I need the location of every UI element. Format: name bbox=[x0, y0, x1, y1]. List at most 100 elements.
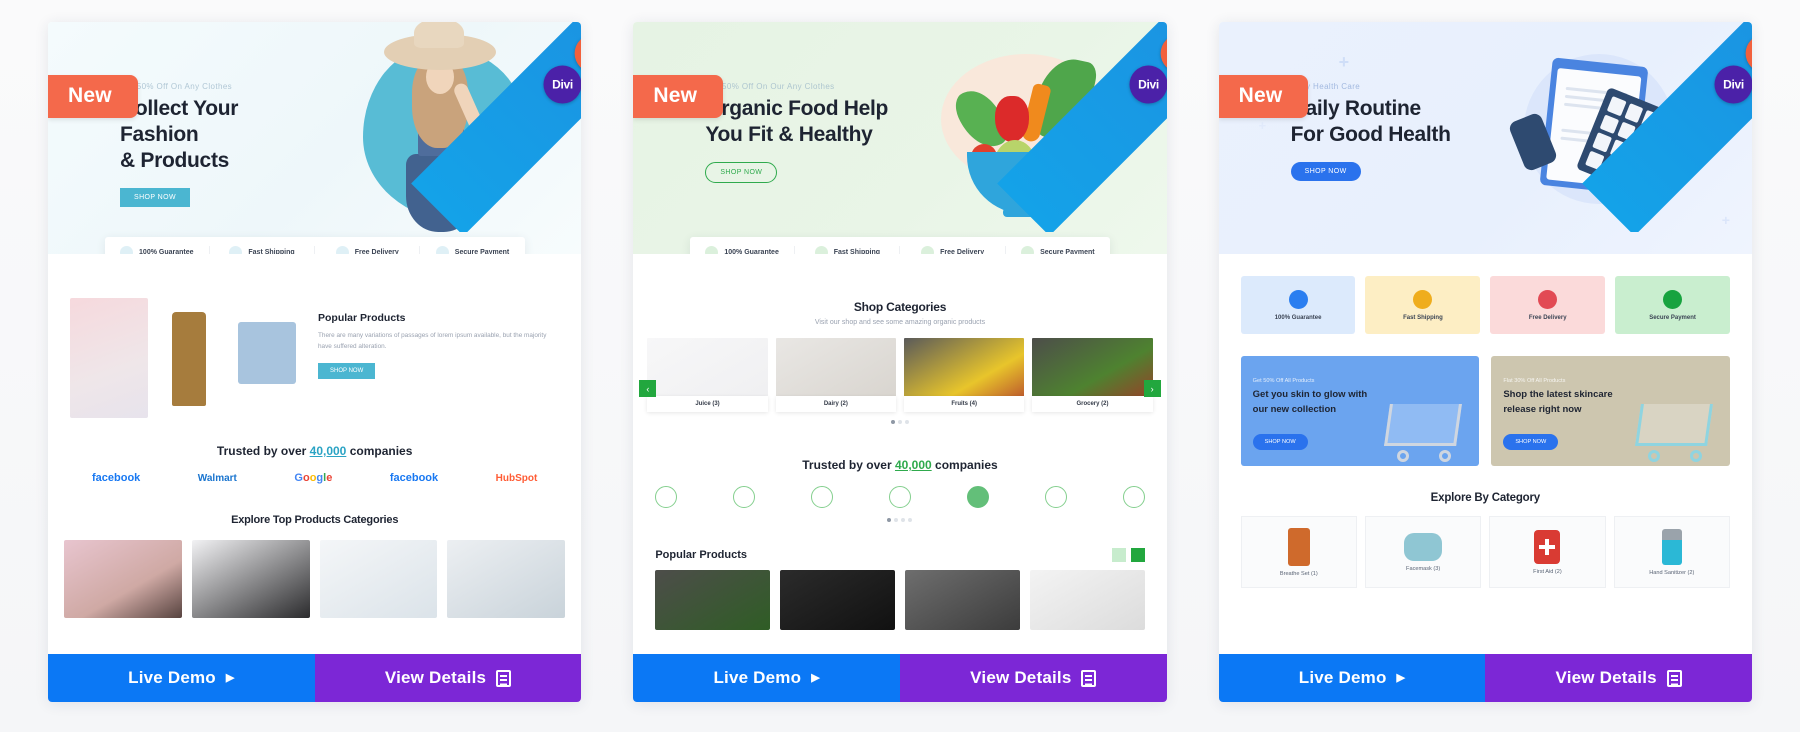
template-grid: New Divi Get 50% Off On Any Clothes Coll… bbox=[0, 0, 1800, 732]
view-details-button[interactable]: View Details bbox=[1485, 654, 1752, 702]
view-details-button[interactable]: View Details bbox=[900, 654, 1167, 702]
sun-logo bbox=[1122, 486, 1145, 508]
promo-cta-button[interactable]: SHOP NOW bbox=[1503, 434, 1559, 450]
carousel-next-button[interactable]: › bbox=[1143, 380, 1161, 397]
popular-products-title: Popular Products bbox=[318, 312, 406, 324]
popular-products-row: Popular Products There are many variatio… bbox=[70, 298, 559, 418]
leaf-logo bbox=[655, 486, 678, 508]
trusted-number: 40,000 bbox=[894, 458, 932, 472]
category-card[interactable]: Juice (3) bbox=[647, 338, 768, 412]
feature-item: Fast Shipping bbox=[210, 246, 316, 254]
caret-right-icon: ▶ bbox=[225, 671, 235, 684]
category-tile[interactable] bbox=[191, 540, 310, 618]
template-card-fashion[interactable]: New Divi Get 50% Off On Any Clothes Coll… bbox=[48, 22, 582, 702]
category-tile[interactable] bbox=[64, 540, 182, 618]
logo-carousel-dots[interactable] bbox=[633, 518, 1166, 522]
trusted-section: Trusted by over 40,000 companies bbox=[633, 458, 1166, 522]
feature-box[interactable]: Secure Payment bbox=[1615, 276, 1730, 334]
hand-sanitizer-icon bbox=[1661, 528, 1682, 565]
product-tile[interactable] bbox=[904, 570, 1020, 630]
category-tile[interactable] bbox=[319, 540, 438, 618]
category-card[interactable]: Breathe Set (1) bbox=[1240, 516, 1357, 588]
product-tile[interactable] bbox=[1029, 570, 1145, 630]
category-card[interactable]: First Aid (2) bbox=[1489, 516, 1606, 588]
delivery-icon bbox=[1538, 289, 1558, 309]
promo-cta-button[interactable]: SHOP NOW bbox=[1252, 434, 1308, 450]
promo-banners: Get 50% Off All Products Get you skin to… bbox=[1219, 356, 1752, 466]
card-actions: Live Demo ▶ View Details bbox=[633, 654, 1167, 702]
template-card-medical[interactable]: New Divi + + + Daily Health Care Daily R… bbox=[1218, 22, 1752, 702]
template-card-organic-food[interactable]: New Divi Get 50% Off On Our Any Clothes … bbox=[633, 22, 1167, 702]
hero-title-line2: You Fit & Healthy bbox=[705, 123, 873, 147]
popular-prev-button[interactable] bbox=[1111, 548, 1126, 562]
document-icon bbox=[1081, 669, 1097, 687]
sprout-logo bbox=[811, 486, 834, 508]
card-actions: Live Demo ▶ View Details bbox=[1218, 654, 1752, 702]
feature-item: Free Delivery bbox=[900, 246, 1006, 254]
category-card[interactable]: Fruits (4) bbox=[903, 338, 1025, 412]
seedling-logo bbox=[888, 486, 911, 508]
view-details-label: View Details bbox=[1555, 668, 1657, 687]
category-card[interactable]: Grocery (2) bbox=[1032, 338, 1153, 412]
explore-section: Explore Top Products Categories bbox=[70, 514, 559, 526]
category-card[interactable]: Hand Sanitizer (2) bbox=[1613, 516, 1730, 588]
promo-banner[interactable]: Get 50% Off All Products Get you skin to… bbox=[1240, 356, 1480, 466]
trusted-prefix: Trusted by over bbox=[216, 444, 307, 458]
payment-icon bbox=[1021, 246, 1035, 254]
feature-item: Fast Shipping bbox=[795, 246, 901, 254]
trusted-suffix: companies bbox=[349, 444, 413, 458]
live-demo-label: Live Demo bbox=[713, 668, 802, 687]
hero-cta-button[interactable]: SHOP NOW bbox=[705, 162, 778, 184]
live-demo-label: Live Demo bbox=[1298, 668, 1387, 687]
product-image[interactable] bbox=[230, 298, 304, 418]
category-card[interactable]: Dairy (2) bbox=[775, 338, 896, 412]
live-demo-button[interactable]: Live Demo ▶ bbox=[1218, 654, 1486, 702]
hero-section: Get 50% Off On Our Any Clothes Organic F… bbox=[633, 22, 1167, 254]
live-demo-button[interactable]: Live Demo ▶ bbox=[48, 654, 315, 702]
payment-icon bbox=[435, 246, 449, 254]
hero-title-line1: Organic Food Help bbox=[705, 97, 889, 120]
feature-item: Secure Payment bbox=[420, 246, 524, 254]
explore-title: Explore Top Products Categories bbox=[231, 514, 399, 526]
delivery-icon bbox=[921, 246, 935, 254]
view-details-label: View Details bbox=[970, 668, 1072, 687]
feature-item: 100% Guarantee bbox=[105, 246, 210, 254]
feature-box[interactable]: 100% Guarantee bbox=[1240, 276, 1356, 334]
client-logos: facebook Walmart Google facebook HubSpot bbox=[70, 472, 559, 484]
shipping-icon bbox=[229, 246, 243, 254]
shop-categories-section: Shop Categories Visit our shop and see s… bbox=[633, 254, 1166, 630]
hero-section: + + + Daily Health Care Daily Routine Fo… bbox=[1218, 22, 1752, 254]
category-card[interactable]: Facemask (3) bbox=[1364, 516, 1482, 588]
hero-cta-button[interactable]: SHOP NOW bbox=[120, 188, 190, 208]
guarantee-icon bbox=[120, 246, 134, 254]
hero-eyebrow: Daily Health Care bbox=[1290, 82, 1361, 91]
medical-illustration bbox=[1494, 38, 1704, 234]
shop-categories-subtitle: Visit our shop and see some amazing orga… bbox=[814, 319, 986, 326]
carousel-prev-button[interactable]: ‹ bbox=[639, 380, 657, 397]
category-tile[interactable] bbox=[447, 540, 566, 618]
hero-cta-button[interactable]: SHOP NOW bbox=[1290, 162, 1361, 182]
view-details-button[interactable]: View Details bbox=[314, 654, 582, 702]
popular-next-button[interactable] bbox=[1130, 548, 1145, 562]
product-tile[interactable] bbox=[655, 570, 771, 630]
document-icon bbox=[496, 669, 512, 687]
feature-box[interactable]: Fast Shipping bbox=[1365, 276, 1481, 334]
feature-box[interactable]: Free Delivery bbox=[1490, 276, 1606, 334]
live-demo-button[interactable]: Live Demo ▶ bbox=[633, 654, 900, 702]
popular-products-body: There are many variations of passages of… bbox=[318, 332, 547, 350]
category-carousel: ‹ › Juice (3) Dairy (2) Fruits (4) Groce… bbox=[633, 338, 1166, 412]
carousel-dots[interactable] bbox=[633, 420, 1166, 424]
product-tile[interactable] bbox=[780, 570, 895, 630]
promo-banner[interactable]: Flat 30% Off All Products Shop the lates… bbox=[1491, 356, 1730, 466]
product-image[interactable] bbox=[70, 298, 148, 418]
product-image[interactable] bbox=[162, 298, 216, 418]
logo-facebook: facebook bbox=[92, 472, 141, 484]
shopping-cart-icon bbox=[1628, 380, 1724, 462]
shipping-icon bbox=[1413, 289, 1433, 309]
document-icon bbox=[1666, 669, 1682, 687]
logo-walmart: Walmart bbox=[197, 472, 237, 484]
template-preview-medical: New Divi + + + Daily Health Care Daily R… bbox=[1218, 22, 1752, 654]
breathe-set-icon bbox=[1287, 527, 1310, 566]
popular-products-cta[interactable]: SHOP NOW bbox=[318, 362, 376, 379]
payment-icon bbox=[1663, 289, 1683, 309]
